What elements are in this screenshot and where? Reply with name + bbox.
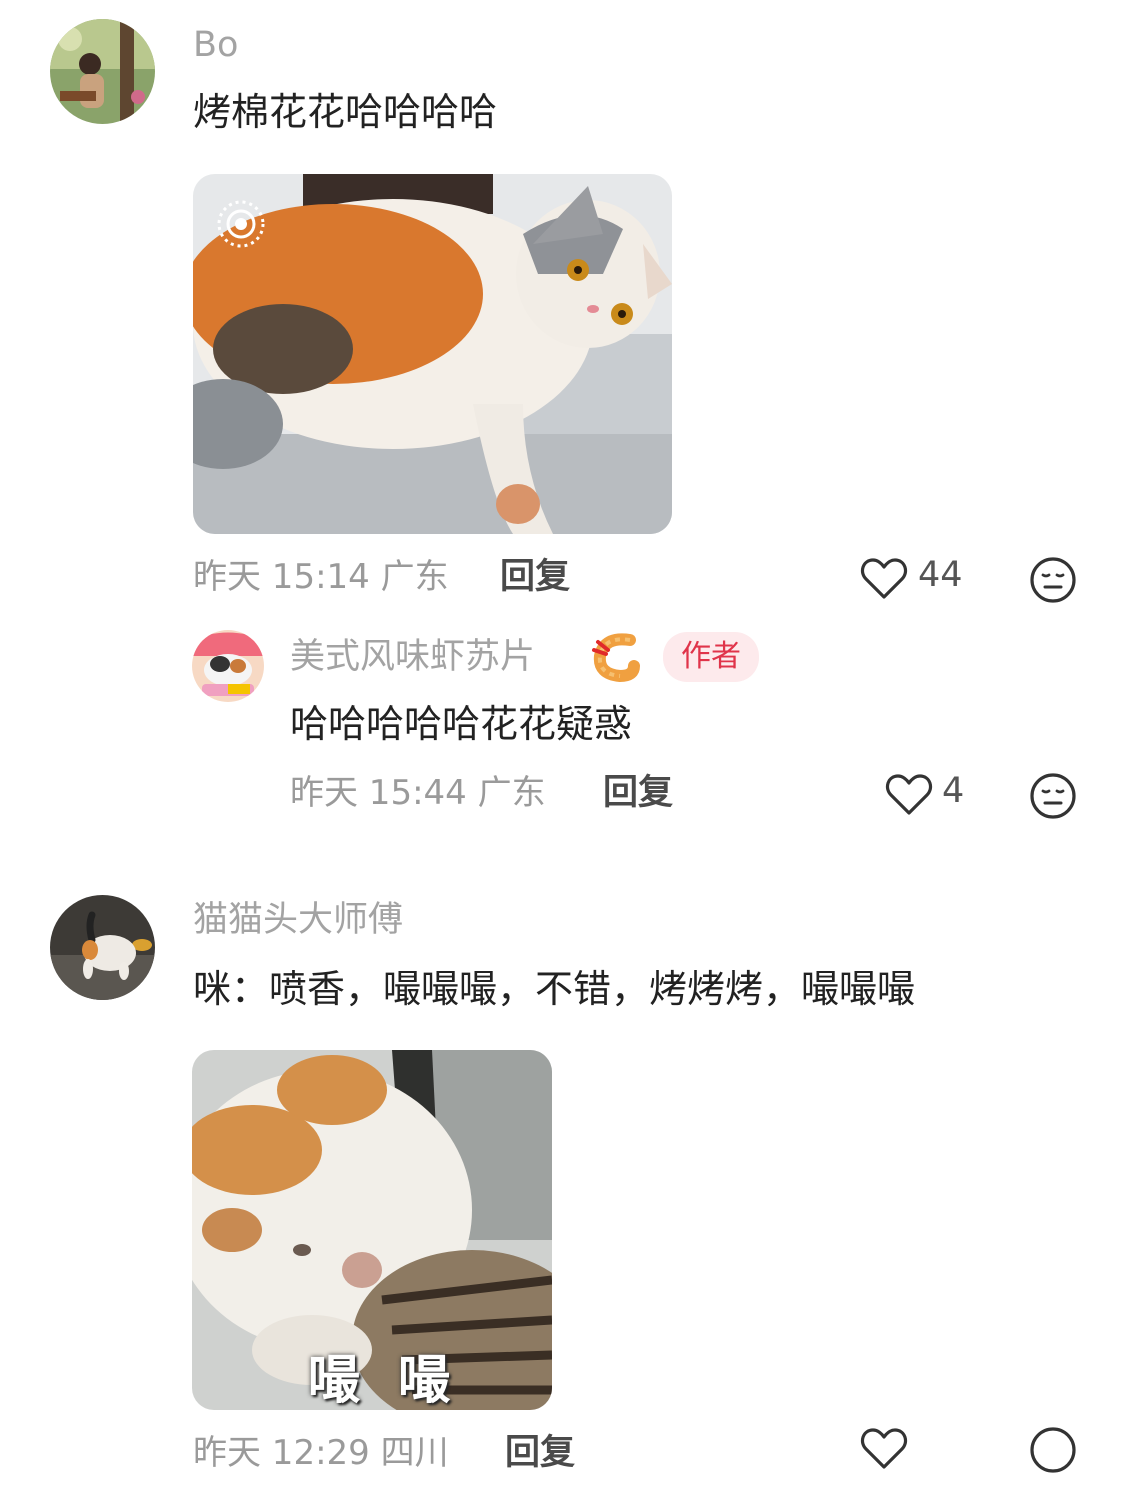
meh-face-icon[interactable] <box>1029 556 1077 604</box>
reply-button[interactable]: 回复 <box>603 776 673 811</box>
shrimp-emoji-icon <box>590 630 642 683</box>
comment-meta: 昨天 12:29 四川 <box>193 1433 449 1473</box>
live-photo-icon <box>215 198 267 250</box>
reply-button[interactable]: 回复 <box>505 1436 575 1471</box>
reply-username[interactable]: 美式风味虾苏片 <box>290 640 535 675</box>
comment-text: 烤棉花花哈哈哈哈 <box>193 90 498 134</box>
reply-button[interactable]: 回复 <box>500 560 570 595</box>
comment-username[interactable]: 猫猫头大师傅 <box>193 903 403 938</box>
like-count: 44 <box>918 555 963 595</box>
reply-meta: 昨天 15:44 广东 <box>290 773 546 813</box>
reply-avatar[interactable] <box>192 630 264 702</box>
comment-text: 咪：喷香，嘬嘬嘬，不错，烤烤烤，嘬嘬嘬 <box>193 967 916 1011</box>
avatar[interactable] <box>50 895 155 1000</box>
heart-outline-icon[interactable] <box>885 772 933 816</box>
image-caption: 嘬 嘬 <box>308 1351 461 1411</box>
author-badge: 作者 <box>663 632 759 682</box>
avatar[interactable] <box>50 19 155 124</box>
heart-outline-icon[interactable] <box>860 556 908 600</box>
heart-outline-icon[interactable] <box>860 1426 908 1470</box>
comment-meta: 昨天 15:14 广东 <box>193 557 449 597</box>
meh-face-icon[interactable] <box>1029 772 1077 820</box>
reply-text: 哈哈哈哈哈花花疑惑 <box>290 702 633 746</box>
comment-username[interactable]: Bo <box>193 28 238 63</box>
like-count: 4 <box>942 771 965 811</box>
meh-face-icon[interactable] <box>1029 1426 1077 1476</box>
